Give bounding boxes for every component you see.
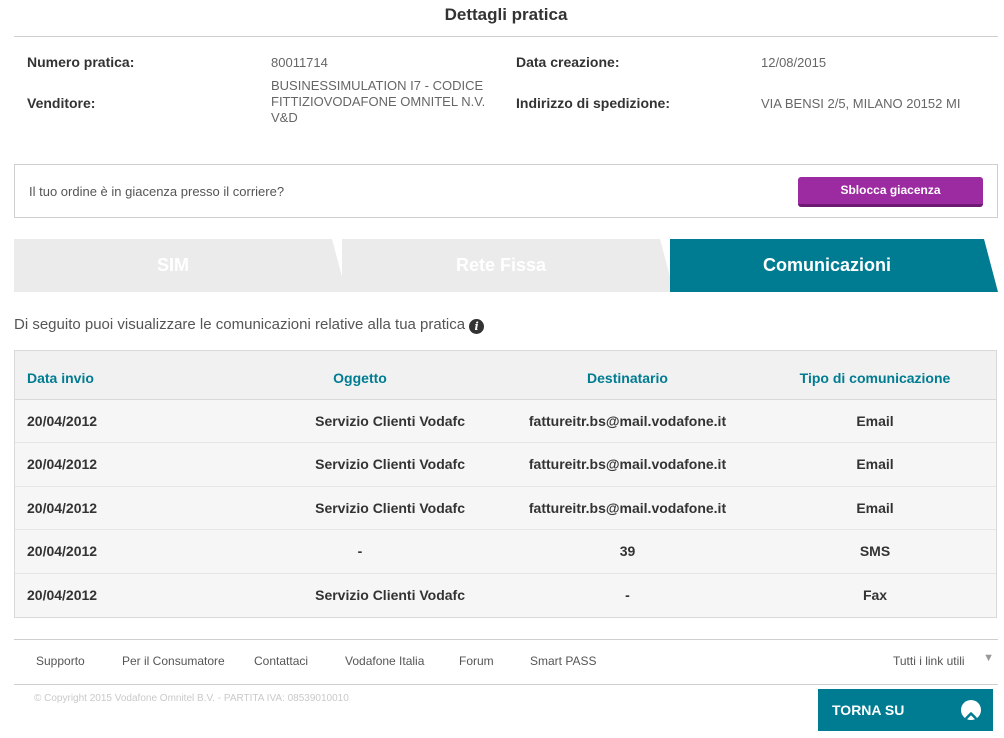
table-row[interactable]: 20/04/2012 - 39 SMS	[15, 530, 996, 574]
tab-comunicazioni[interactable]: Comunicazioni	[670, 239, 998, 292]
footer-link-consumatore[interactable]: Per il Consumatore	[122, 654, 225, 668]
cell-destinatario: fattureitr.bs@mail.vodafone.it	[528, 413, 727, 429]
cell-data: 20/04/2012	[27, 413, 98, 429]
cell-data: 20/04/2012	[27, 543, 98, 560]
footer-link-contattaci[interactable]: Contattaci	[254, 654, 308, 668]
cell-destinatario: fattureitr.bs@mail.vodafone.it	[528, 456, 727, 473]
cell-data: 20/04/2012	[27, 499, 98, 516]
table-row[interactable]: 20/04/2012 Servizio Clienti Vodafc - Fax	[15, 573, 996, 617]
cell-data: 20/04/2012	[27, 456, 98, 473]
cell-oggetto: Servizio Clienti Vodafc	[315, 456, 465, 473]
torna-su-label: TORNA SU	[832, 702, 905, 718]
data-creazione-value: 12/08/2015	[761, 55, 827, 70]
tab-rete-fissa-label: Rete Fissa	[455, 255, 547, 275]
header-data-invio[interactable]: Data invio	[27, 351, 94, 406]
header-tipo[interactable]: Tipo di comunicazione	[775, 351, 975, 406]
footer-link-supporto[interactable]: Supporto	[36, 654, 85, 668]
numero-pratica-value: 80011714	[271, 55, 328, 70]
header-destinatario[interactable]: Destinatario	[485, 351, 770, 406]
order-info: Numero pratica: 80011714 Venditore: BUSI…	[27, 50, 987, 140]
header-oggetto[interactable]: Oggetto	[255, 351, 465, 406]
giacenza-box: Il tuo ordine è in giacenza presso il co…	[14, 164, 998, 218]
tab-rete-fissa[interactable]: Rete Fissa	[342, 239, 674, 292]
sblocca-giacenza-button[interactable]: Sblocca giacenza	[798, 177, 983, 207]
table-row[interactable]: 20/04/2012 Servizio Clienti Vodafc fattu…	[15, 443, 996, 487]
giacenza-question: Il tuo ordine è in giacenza presso il co…	[29, 184, 285, 199]
footer-link-forum[interactable]: Forum	[459, 654, 494, 668]
cell-data: 20/04/2012	[27, 586, 98, 603]
table-header: Data invio Oggetto Destinatario Tipo di …	[15, 351, 996, 400]
indirizzo-label: Indirizzo di spedizione:	[516, 95, 670, 111]
footer-link-vodafone-italia[interactable]: Vodafone Italia	[345, 654, 424, 668]
cell-oggetto: -	[357, 543, 363, 560]
cell-tipo: Fax	[862, 586, 888, 603]
chevron-down-icon[interactable]: ▼	[983, 652, 994, 664]
footer-link-smart-pass[interactable]: Smart PASS	[530, 654, 596, 668]
cell-destinatario: 39	[619, 543, 636, 560]
communications-table: Data invio Oggetto Destinatario Tipo di …	[14, 350, 997, 618]
venditore-label: Venditore:	[27, 95, 96, 111]
chevron-up-icon	[961, 700, 981, 720]
indirizzo-value: VIA BENSI 2/5, MILANO 20152 MI	[761, 96, 961, 111]
tab-sim[interactable]: SIM	[14, 239, 346, 292]
cell-tipo: Email	[856, 456, 894, 473]
cell-oggetto: Servizio Clienti Vodafc	[315, 586, 465, 603]
venditore-value: BUSINESSIMULATION I7 - CODICE FITTIZIOVO…	[271, 78, 486, 125]
table-row[interactable]: 20/04/2012 Servizio Clienti Vodafc fattu…	[15, 486, 996, 531]
numero-pratica-label: Numero pratica:	[27, 54, 135, 70]
cell-destinatario: fattureitr.bs@mail.vodafone.it	[528, 499, 727, 516]
tab-comunicazioni-label: Comunicazioni	[762, 255, 891, 275]
footer-link-tutti[interactable]: Tutti i link utili	[893, 654, 965, 668]
copyright: © Copyright 2015 Vodafone Omnitel B.V. -…	[34, 693, 349, 704]
cell-tipo: SMS	[859, 543, 891, 560]
info-icon[interactable]: i	[469, 319, 485, 334]
data-creazione-label: Data creazione:	[516, 54, 620, 70]
section-subtitle: Di seguito puoi visualizzare le comunica…	[14, 316, 485, 334]
table-row[interactable]: 20/04/2012 Servizio Clienti Vodafc fattu…	[15, 400, 996, 444]
cell-tipo: Email	[856, 499, 894, 516]
torna-su-button[interactable]: TORNA SU	[818, 689, 993, 731]
cell-oggetto: Servizio Clienti Vodafc	[315, 499, 465, 516]
cell-oggetto: Servizio Clienti Vodafc	[315, 413, 465, 429]
tabs: SIM Rete Fissa Comunicazioni	[14, 239, 998, 292]
subtitle-text: Di seguito puoi visualizzare le comunica…	[14, 316, 466, 333]
cell-destinatario: -	[625, 586, 630, 603]
tab-sim-label: SIM	[156, 255, 189, 275]
cell-tipo: Email	[856, 413, 894, 429]
page-title: Dettagli pratica	[14, 0, 998, 37]
tab-corner	[984, 239, 998, 292]
footer-nav: Supporto Per il Consumatore Contattaci V…	[14, 639, 998, 685]
